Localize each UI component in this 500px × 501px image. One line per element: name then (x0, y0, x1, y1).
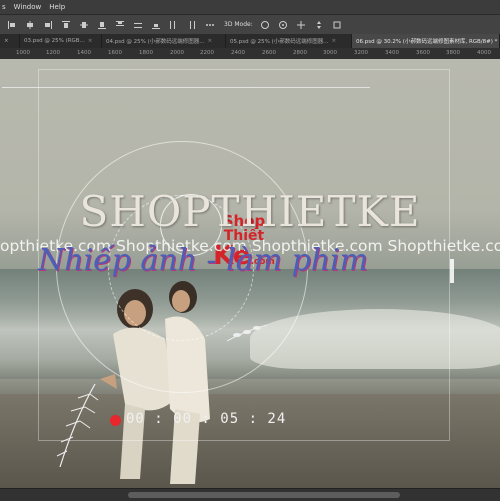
ruler-tick: 2600 (262, 50, 276, 56)
tab-document-04[interactable]: 04.psd @ 25% (小郝数码远端修图器... × (102, 34, 226, 48)
ruler-tick: 2800 (293, 50, 307, 56)
close-icon[interactable]: × (331, 38, 336, 44)
ruler-tick: 1200 (46, 50, 60, 56)
ruler-tick: 3800 (446, 50, 460, 56)
3d-mode-label: 3D Mode: (224, 21, 253, 28)
tab-document-06[interactable]: 06.psd @ 30.2% (小郝数码远端修图素材库, RGB/8#) * (352, 34, 500, 48)
menu-bar: s Window Help (0, 0, 500, 14)
horizontal-scrollbar[interactable] (0, 488, 500, 501)
record-dot-icon (110, 415, 121, 426)
distribute-bottom-icon[interactable] (150, 20, 162, 30)
script-subtitle: Nhiếp ảnh - làm phim (38, 243, 369, 278)
brand-title: SHOPTHIETKE (79, 187, 421, 236)
ruler-tick: 2000 (170, 50, 184, 56)
ruler-tick: 4000 (477, 50, 491, 56)
ruler-tick: 3400 (385, 50, 399, 56)
tab-document-03[interactable]: 03.psd @ 25% (RGB... × (20, 34, 102, 48)
3d-pan-icon[interactable] (295, 20, 307, 30)
top-guide-line (2, 67, 370, 88)
menu-item-help[interactable]: Help (49, 3, 65, 11)
close-icon[interactable]: × (207, 38, 212, 44)
tab-label: 05.psd @ 25% (小郝数码远端修图器... (230, 39, 329, 45)
3d-scale-icon[interactable] (331, 20, 343, 30)
ruler-tick: 3000 (323, 50, 337, 56)
leaf-sprig (226, 324, 268, 342)
distribute-left-icon[interactable] (168, 20, 180, 30)
more-options-icon[interactable] (204, 20, 216, 30)
ruler-tick: 1000 (16, 50, 30, 56)
ruler-tick: 2200 (200, 50, 214, 56)
scrollbar-thumb[interactable] (128, 492, 400, 498)
align-bottom-icon[interactable] (96, 20, 108, 30)
palm-leaf (56, 383, 99, 468)
tab-label: 04.psd @ 25% (小郝数码远端修图器... (106, 39, 205, 45)
timecode: 00 : 00 : 05 : 24 (126, 411, 287, 427)
ruler-tick: 1600 (108, 50, 122, 56)
align-center-icon[interactable] (24, 20, 36, 30)
align-middle-icon[interactable] (78, 20, 90, 30)
document-tab-bar: × 03.psd @ 25% (RGB... × 04.psd @ 25% (小郝… (0, 34, 500, 48)
3d-rotate-icon[interactable] (259, 20, 271, 30)
distribute-center-icon[interactable] (186, 20, 198, 30)
align-right-icon[interactable] (42, 20, 54, 30)
ruler-tick: 1400 (77, 50, 91, 56)
3d-slide-icon[interactable] (313, 20, 325, 30)
tab-label: 06.psd @ 30.2% (小郝数码远端修图素材库, RGB/8#) * (356, 39, 498, 45)
options-toolbar: 3D Mode: (0, 14, 500, 34)
tab-label: 03.psd @ 25% (RGB... (24, 38, 85, 44)
ruler-tick: 1800 (139, 50, 153, 56)
ruler-tick: 2400 (231, 50, 245, 56)
close-icon[interactable]: × (4, 38, 9, 44)
close-icon[interactable]: × (88, 38, 93, 44)
distribute-top-icon[interactable] (114, 20, 126, 30)
tab-overflow[interactable]: × (0, 34, 20, 48)
document-canvas[interactable]: Shop Thiết Ke.com SHOPTHIETKE opthietke.… (0, 59, 500, 488)
tab-document-05[interactable]: 05.psd @ 25% (小郝数码远端修图器... × (226, 34, 352, 48)
ruler-tick: 3600 (416, 50, 430, 56)
right-marker (450, 259, 454, 283)
menu-item-truncated[interactable]: s (2, 3, 6, 11)
distribute-middle-icon[interactable] (132, 20, 144, 30)
3d-roll-icon[interactable] (277, 20, 289, 30)
align-left-icon[interactable] (6, 20, 18, 30)
ruler-tick: 3200 (354, 50, 368, 56)
menu-item-window[interactable]: Window (14, 3, 42, 11)
align-top-icon[interactable] (60, 20, 72, 30)
